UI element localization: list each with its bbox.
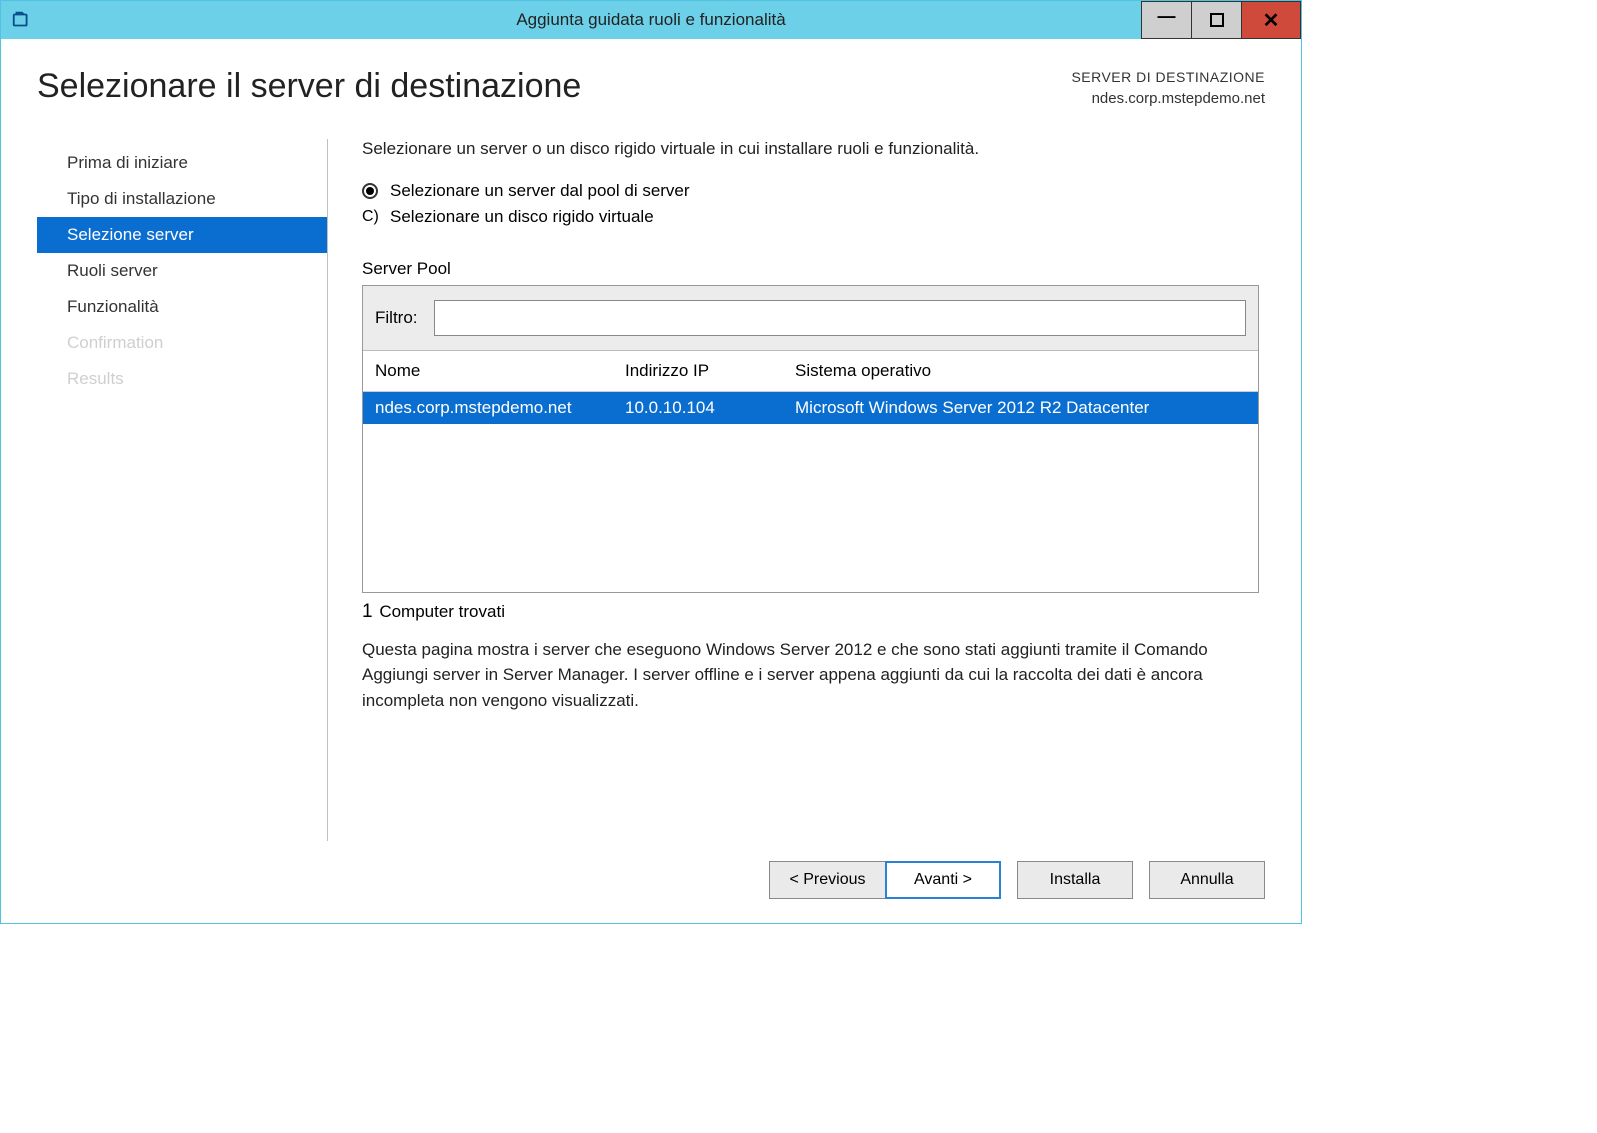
titlebar: Aggiunta guidata ruoli e funzionalità — … <box>1 1 1301 39</box>
install-button[interactable]: Installa <box>1017 861 1133 899</box>
close-button[interactable]: ✕ <box>1241 1 1301 39</box>
radio-icon <box>362 183 378 199</box>
help-text: Questa pagina mostra i server che eseguo… <box>362 637 1232 714</box>
destination-label: SERVER DI DESTINAZIONE <box>1071 67 1265 88</box>
sidebar-item-before-begin[interactable]: Prima di iniziare <box>37 145 327 181</box>
destination-block: SERVER DI DESTINAZIONE ndes.corp.mstepde… <box>1071 67 1265 111</box>
nav-button-group: < Previous Avanti > <box>769 861 1001 899</box>
sidebar-item-install-type[interactable]: Tipo di installazione <box>37 181 327 217</box>
wizard-sidebar: Prima di iniziare Tipo di installazione … <box>37 139 327 842</box>
wizard-window: Aggiunta guidata ruoli e funzionalità — … <box>0 0 1302 924</box>
previous-button[interactable]: < Previous <box>769 861 885 899</box>
radio-vhd[interactable]: C) Selezionare un disco rigido virtuale <box>362 207 1259 227</box>
page-title: Selezionare il server di destinazione <box>37 67 581 106</box>
col-header-os[interactable]: Sistema operativo <box>795 361 1246 381</box>
server-pool-box: Filtro: Nome Indirizzo IP Sistema operat… <box>362 285 1259 593</box>
footer: < Previous Avanti > Installa Annulla <box>1 841 1301 923</box>
cell-name: ndes.corp.mstepdemo.net <box>375 398 625 418</box>
filter-input[interactable] <box>434 300 1247 336</box>
cell-os: Microsoft Windows Server 2012 R2 Datacen… <box>795 398 1246 418</box>
destination-server: ndes.corp.mstepdemo.net <box>1071 88 1265 111</box>
sidebar-item-server-selection[interactable]: Selezione server <box>37 217 327 253</box>
sidebar-item-server-roles[interactable]: Ruoli server <box>37 253 327 289</box>
count-number: 1 <box>362 601 373 622</box>
body-row: Prima di iniziare Tipo di installazione … <box>37 139 1265 842</box>
window-controls: — ✕ <box>1141 1 1301 39</box>
radio-prefix: C) <box>362 208 378 226</box>
main-panel: Selezionare un server o un disco rigido … <box>327 139 1265 842</box>
next-button[interactable]: Avanti > <box>885 861 1001 899</box>
computer-count: 1 Computer trovati <box>362 601 1259 623</box>
minimize-button[interactable]: — <box>1141 1 1191 39</box>
app-icon <box>11 9 33 31</box>
content-area: Selezionare il server di destinazione SE… <box>1 39 1301 841</box>
radio-server-pool[interactable]: Selezionare un server dal pool di server <box>362 181 1259 201</box>
cell-ip: 10.0.10.104 <box>625 398 795 418</box>
table-row[interactable]: ndes.corp.mstepdemo.net 10.0.10.104 Micr… <box>363 392 1258 424</box>
filter-label: Filtro: <box>375 308 418 328</box>
radio-label: Selezionare un server dal pool di server <box>390 181 690 201</box>
cancel-button[interactable]: Annulla <box>1149 861 1265 899</box>
count-label: Computer trovati <box>379 602 505 621</box>
filter-bar: Filtro: <box>363 286 1258 351</box>
sidebar-item-confirmation: Confirmation <box>37 325 327 361</box>
header-row: Selezionare il server di destinazione SE… <box>37 67 1265 111</box>
table-body: ndes.corp.mstepdemo.net 10.0.10.104 Micr… <box>363 392 1258 592</box>
sidebar-item-results: Results <box>37 361 327 397</box>
intro-text: Selezionare un server o un disco rigido … <box>362 139 1259 159</box>
sidebar-item-features[interactable]: Funzionalità <box>37 289 327 325</box>
window-title: Aggiunta guidata ruoli e funzionalità <box>516 10 785 30</box>
server-pool-label: Server Pool <box>362 259 1259 279</box>
table-header: Nome Indirizzo IP Sistema operativo <box>363 351 1258 392</box>
maximize-button[interactable] <box>1191 1 1241 39</box>
radio-label: Selezionare un disco rigido virtuale <box>390 207 654 227</box>
col-header-name[interactable]: Nome <box>375 361 625 381</box>
col-header-ip[interactable]: Indirizzo IP <box>625 361 795 381</box>
